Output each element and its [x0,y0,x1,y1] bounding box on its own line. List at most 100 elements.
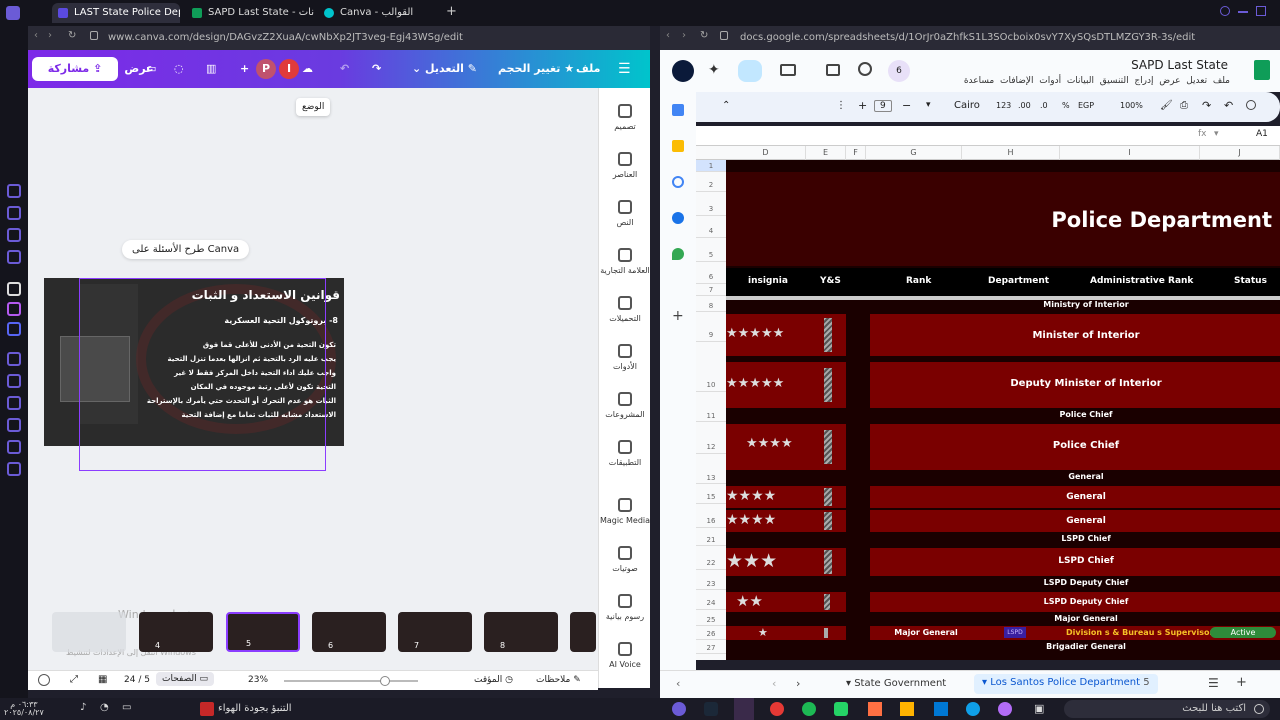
clock[interactable]: ٠٦:٣٣ م ٢٠٢٥/٠٨/٢٧ [4,701,44,717]
row-number[interactable]: 12 [696,440,726,454]
add-collaborator-icon[interactable]: + [240,57,256,81]
discord-icon[interactable] [7,322,21,336]
sheet-tab[interactable]: ▾ State Government [846,678,946,689]
forward-icon[interactable]: › [682,30,686,41]
page-thumbnail-active[interactable]: 5 [226,612,300,652]
url-text[interactable]: docs.google.com/spreadsheets/d/1OrJr0aZh… [740,32,1195,43]
row-number[interactable]: 13 [696,472,726,484]
row-number[interactable]: 2 [696,178,726,192]
undo-icon[interactable]: ↶ [340,57,354,81]
sparkle-icon[interactable]: ✦ [708,62,720,78]
zoom-level[interactable]: 23% [248,675,268,685]
new-tab-button[interactable]: + [446,4,457,19]
search-menus-icon[interactable] [1246,100,1256,110]
maps-icon[interactable] [672,248,684,260]
browser-tab-sheets[interactable]: SAPD Last State - ل بيانات [186,3,314,23]
document-title[interactable]: SAPD Last State [1131,58,1228,72]
chrome-icon[interactable] [770,702,784,716]
font-family-select[interactable]: Cairo [954,100,980,111]
row-number[interactable]: 11 [696,410,726,422]
analytics-icon[interactable]: ▥ [206,57,222,81]
tabs-scroll-right-icon[interactable]: › [796,677,800,690]
comment-icon[interactable]: ◌ [174,57,190,81]
menu-item-view[interactable]: عرض [1159,76,1180,86]
menu-item-extensions[interactable]: الإضافات [1000,76,1034,86]
file-menu-button[interactable]: ملف [576,57,600,81]
sidebar-item-audio[interactable]: صوتيات [599,546,651,573]
whatsapp-icon[interactable] [834,702,848,716]
spotify-icon[interactable] [802,702,816,716]
column-header[interactable]: E [806,146,846,160]
number-format-button[interactable]: 123 [996,101,1011,110]
currency-format-button[interactable]: EGP [1078,101,1094,110]
window-controls[interactable] [1220,6,1270,18]
reload-icon[interactable]: ↻ [68,30,76,41]
row-number[interactable]: 10 [696,378,726,392]
file-explorer-icon[interactable] [900,702,914,716]
column-header[interactable]: G [866,146,962,160]
row-number[interactable]: 27 [696,642,726,654]
menu-item-insert[interactable]: إدراج [1134,76,1153,86]
page-thumbnail[interactable] [570,612,596,652]
minimize-icon[interactable] [1238,11,1248,13]
sidebar-app-icon[interactable] [7,250,21,264]
active-app-icon[interactable] [734,698,754,720]
font-dropdown-arrow[interactable]: ▾ [926,100,931,110]
keep-icon[interactable] [672,140,684,152]
sidebar-app-icon[interactable] [7,206,21,220]
sidebar-item-elements[interactable]: العناصر [599,152,651,179]
menu-item-format[interactable]: التنسيق [1100,76,1129,86]
present-icon[interactable]: ▭ [146,57,162,81]
browser-tab-canva-templates[interactable]: Canva - القوالب [318,3,442,23]
row-number[interactable]: 3 [696,202,726,216]
row-number[interactable]: 15 [696,490,726,504]
menu-item-edit[interactable]: تعديل [1186,76,1207,86]
sidebar-app-icon[interactable] [7,228,21,242]
row-number[interactable]: 4 [696,224,726,238]
back-icon[interactable]: ‹ [666,30,670,41]
grid-view-icon[interactable]: ▦ [98,674,107,685]
decrease-decimal-button[interactable]: .0 [1040,101,1048,110]
share-button[interactable]: مشاركة ⇪ [32,57,118,81]
column-header[interactable]: J [1200,146,1280,160]
forward-icon[interactable]: › [48,30,52,41]
row-number[interactable]: 21 [696,534,726,546]
paint-format-icon[interactable]: 🖌 [1160,100,1173,111]
row-number[interactable]: 24 [696,596,726,610]
collaborator-count-badge[interactable]: 6 [888,60,910,82]
back-icon[interactable]: ‹ [34,30,38,41]
network-icon[interactable]: ◔ [100,702,109,713]
sidebar-app-icon[interactable] [7,184,21,198]
row-number[interactable]: 23 [696,578,726,590]
increase-decimal-button[interactable]: .00 [1018,101,1031,110]
sheet-tab-active[interactable]: ▾ Los Santos Police Department 5 [974,674,1158,694]
canva-address-bar[interactable]: ‹ › ↻ www.canva.com/design/DAGvzZ2XuaA/c… [28,26,650,50]
share-people-icon[interactable] [738,60,762,82]
search-icon[interactable] [1220,6,1230,16]
page-thumbnail[interactable]: 8 [484,612,558,652]
window-divider[interactable] [650,26,660,698]
row-number[interactable]: 7 [696,284,726,296]
browser-tab-canva-design[interactable]: LAST State Police Departm [52,3,180,23]
page-thumbnail-placeholder[interactable] [52,612,126,652]
reload-icon[interactable]: ↻ [700,30,708,41]
notes-button[interactable]: ملاحظات ✎ [536,675,581,685]
more-icon[interactable]: ⋮ [836,100,846,111]
increase-font-size-button[interactable]: + [858,99,867,112]
ask-canva-button[interactable]: طرح الأسئلة على Canva [122,240,250,259]
page-thumbnail[interactable]: 7 [398,612,472,652]
scroll-left-icon[interactable]: ‹ [676,677,680,690]
sidebar-item-uploads[interactable]: التحميلات [599,296,651,323]
sidebar-item-tools[interactable]: الأدوات [599,344,651,371]
sidebar-app-icon[interactable] [7,282,21,296]
get-addons-icon[interactable]: + [672,308,684,324]
zoom-slider[interactable] [284,680,418,682]
row-number[interactable]: 16 [696,514,726,528]
sidebar-item-text[interactable]: النص [599,200,651,227]
row-number[interactable]: 22 [696,556,726,570]
cell-reference[interactable]: A1 [1256,129,1268,139]
comments-icon[interactable] [826,64,840,76]
calendar-icon[interactable] [672,104,684,116]
chevron-down-icon[interactable]: ▾ [1214,129,1219,139]
row-number[interactable]: 8 [696,300,726,312]
